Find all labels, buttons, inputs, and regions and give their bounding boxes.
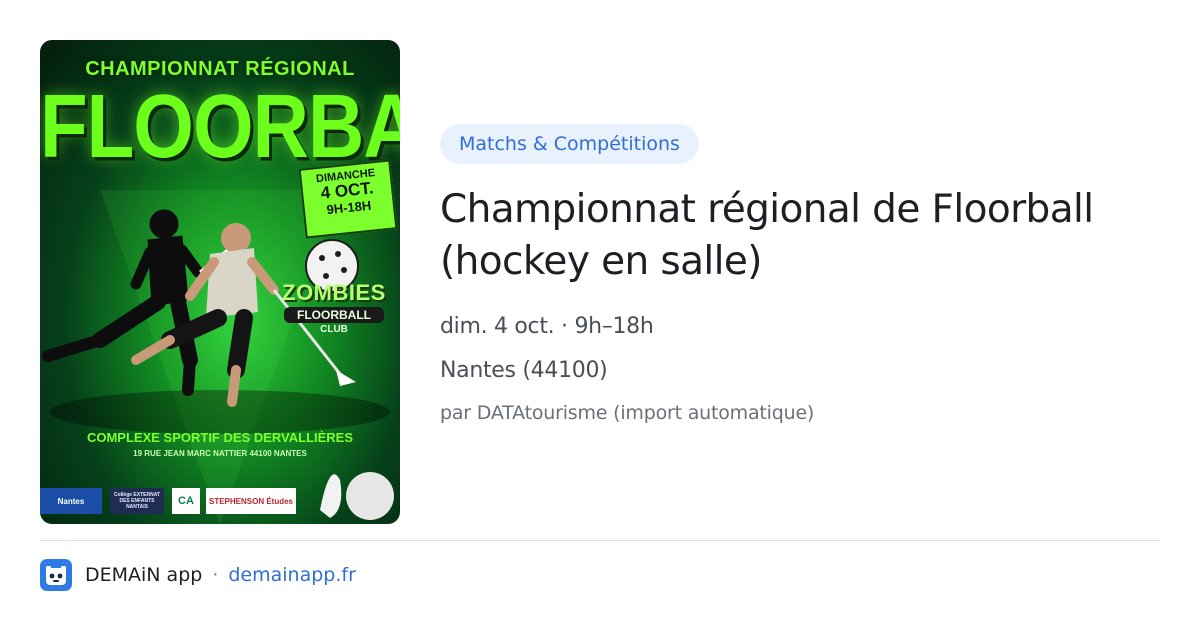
event-title-line1: Championnat régional de Floorball bbox=[440, 187, 1094, 232]
poster-club-line2: FLOORBALL bbox=[284, 307, 384, 323]
poster-title: FLOORBALL bbox=[40, 75, 400, 177]
sponsor-logo: CA bbox=[172, 488, 200, 514]
poster-club-logo: ZOMBIES FLOORBALL CLUB bbox=[278, 280, 390, 335]
event-datetime: dim. 4 oct. · 9h–18h bbox=[440, 314, 654, 339]
event-poster-image: CHAMPIONNAT RÉGIONAL FLOORBALL DIMANCHE … bbox=[40, 40, 400, 524]
event-card[interactable]: CHAMPIONNAT RÉGIONAL FLOORBALL DIMANCHE … bbox=[0, 0, 1200, 630]
footer: DEMAiN app · demainapp.fr bbox=[40, 558, 356, 592]
poster-club-name: ZOMBIES bbox=[282, 280, 386, 305]
demain-app-icon[interactable] bbox=[40, 559, 72, 591]
footer-separator: · bbox=[212, 564, 219, 586]
app-icon-glyph bbox=[46, 566, 66, 585]
app-domain-link[interactable]: demainapp.fr bbox=[228, 564, 356, 586]
divider bbox=[40, 540, 1160, 541]
sponsor-logo: STEPHENSON Études bbox=[206, 488, 296, 514]
poster-venue: COMPLEXE SPORTIF DES DERVALLIÈRES bbox=[86, 430, 354, 445]
event-title[interactable]: Championnat régional de Floorball (hocke… bbox=[440, 184, 1160, 288]
category-tag[interactable]: Matchs & Compétitions bbox=[440, 124, 699, 164]
app-name: DEMAiN app bbox=[85, 564, 203, 586]
event-location: Nantes (44100) bbox=[440, 358, 608, 383]
event-author: par DATAtourisme (import automatique) bbox=[440, 402, 815, 424]
sponsor-logo: Collège EXTERNAT DES ENFANTS NANTAIS bbox=[110, 488, 164, 514]
poster-date-badge: DIMANCHE 4 OCT. 9H-18H bbox=[298, 159, 398, 239]
poster-club-line3: CLUB bbox=[320, 324, 348, 335]
event-title-line2: (hockey en salle) bbox=[440, 239, 763, 284]
sponsor-logo: Nantes bbox=[40, 488, 102, 514]
poster-address: 19 RUE JEAN MARC NATTIER 44100 NANTES bbox=[133, 449, 307, 458]
